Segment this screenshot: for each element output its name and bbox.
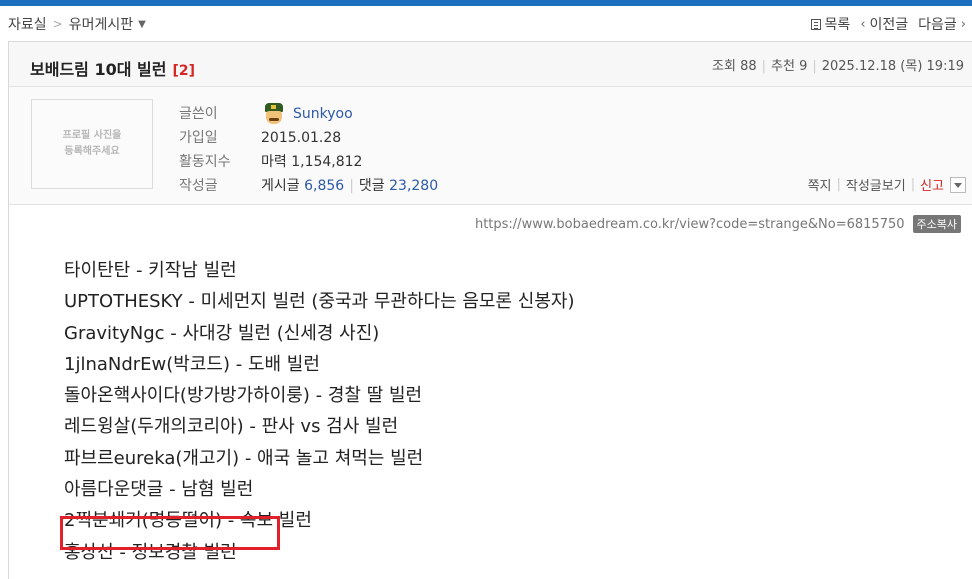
joined-date: 2015.01.28 (261, 130, 342, 146)
next-label: 다음글 (918, 17, 957, 33)
joined-label: 가입일 (179, 130, 218, 146)
report-dropdown-icon[interactable] (950, 176, 966, 193)
prev-label: 이전글 (869, 17, 909, 33)
breadcrumb-section[interactable]: 자료실 (8, 14, 47, 34)
chevron-down-icon[interactable]: ▼ (138, 19, 146, 30)
post-container: 보배드림 10대 빌런 [2] 조회 88 | 추천 9 | 2025.12.18 (목)… (8, 41, 972, 579)
posts-value: 게시글 6,856 | 댓글 23,280 (261, 174, 438, 198)
recommend-label: 추천 (771, 59, 795, 74)
view-posts-button[interactable]: 작성글보기 (846, 175, 906, 194)
highlight-annotation-box (60, 516, 280, 550)
posts-count-label: 게시글 (261, 178, 300, 194)
breadcrumb-row: 자료실 > 유머게시판 ▼ 목록 ‹ 이전글 다음글 › (0, 6, 972, 40)
posts-label: 작성글 (179, 178, 218, 194)
author-nickname[interactable]: Sunkyoo (293, 102, 353, 126)
views-label: 조회 (712, 59, 736, 74)
breadcrumb-board[interactable]: 유머게시판 (69, 14, 133, 34)
post-header: 보배드림 10대 빌런 [2] 조회 88 | 추천 9 | 2025.12.18 (목)… (9, 42, 972, 87)
list-icon (810, 18, 821, 30)
activity-value: 마력 1,154,812 (261, 154, 363, 170)
message-button[interactable]: 쪽지 (808, 175, 832, 194)
list-button[interactable]: 목록 (810, 14, 851, 34)
activity-label: 활동지수 (179, 154, 231, 170)
post-title: 보배드림 10대 빌런 [2] (30, 56, 195, 80)
report-button[interactable]: 신고 (920, 175, 944, 194)
post-title-text: 보배드림 10대 빌런 (30, 60, 167, 79)
author-info: 프로필 사진을 등록해주세요 글쓴이 가입일 활동지수 작성글 Sunkyoo … (9, 87, 972, 205)
views-count: 88 (740, 59, 757, 74)
chevron-left-icon: ‹ (860, 16, 866, 32)
author-tools: 쪽지 | 작성글보기 | 신고 (808, 175, 966, 194)
comments-count[interactable]: 23,280 (389, 174, 438, 198)
prev-post-button[interactable]: ‹ 이전글 (860, 14, 908, 34)
post-meta: 조회 88 | 추천 9 | 2025.12.18 (목) 19:19 (712, 59, 964, 74)
post-date: 2025.12.18 (목) 19:19 (821, 59, 964, 74)
chevron-right-icon: › (960, 16, 966, 32)
content-line: 파브르eureka(개고기) - 애국 놀고 쳐먹는 빌런 (64, 447, 424, 469)
comments-count-label: 댓글 (358, 178, 385, 194)
content-line: 타이탄탄 - 키작남 빌런 (64, 260, 237, 281)
writer-value: Sunkyoo (261, 102, 438, 126)
copy-url-button[interactable]: 주소복사 (912, 215, 961, 233)
writer-label: 글쓴이 (179, 106, 218, 122)
breadcrumb-separator: > (52, 17, 63, 31)
recommend-count: 9 (799, 59, 808, 74)
profile-photo-placeholder: 프로필 사진을 등록해주세요 (31, 99, 153, 189)
content-line: 돌아온핵사이다(방가방가하이룽) - 경찰 딸 빌런 (64, 385, 423, 407)
author-info-labels: 글쓴이 가입일 활동지수 작성글 (179, 102, 231, 198)
breadcrumb: 자료실 > 유머게시판 ▼ (8, 14, 146, 34)
post-url[interactable]: https://www.bobaedream.co.kr/view?code=s… (475, 217, 905, 232)
content-line: 아름다운댓글 - 남혐 빌런 (64, 479, 254, 501)
soldier-avatar-icon (261, 102, 287, 126)
author-info-values: Sunkyoo 2015.01.28 마력 1,154,812 게시글 6,85… (261, 102, 438, 198)
content-line: GravityNgc - 사대강 빌런 (신세경 사진) (64, 322, 380, 344)
list-label: 목록 (824, 17, 851, 33)
post-navigation: 목록 ‹ 이전글 다음글 › (801, 14, 966, 34)
content-line: UPTOTHESKY - 미세먼지 빌런 (중국과 무관하다는 음모론 신봉자) (64, 291, 575, 313)
next-post-button[interactable]: 다음글 › (918, 14, 966, 34)
posts-count[interactable]: 6,856 (304, 174, 344, 198)
content-line: 1jlnaNdrEw(박코드) - 도배 빌런 (64, 353, 320, 375)
post-url-row: https://www.bobaedream.co.kr/view?code=s… (475, 215, 961, 233)
content-line: 레드윙살(두개의코리아) - 판사 vs 검사 빌런 (64, 416, 399, 438)
comment-count[interactable]: [2] (172, 63, 195, 79)
